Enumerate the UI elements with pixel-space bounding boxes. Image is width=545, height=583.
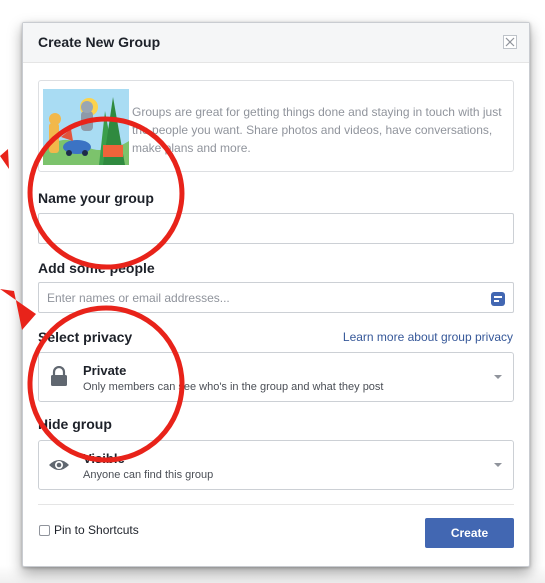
privacy-option-title: Private: [83, 363, 127, 378]
create-group-dialog: Create New Group Groups are great for ge…: [22, 22, 530, 567]
add-people-label: Add some people: [38, 260, 155, 276]
close-icon[interactable]: [503, 35, 517, 49]
intro-description: Groups are great for getting things done…: [132, 105, 502, 155]
group-intro-card: Groups are great for getting things done…: [38, 80, 514, 172]
name-group-label: Name your group: [38, 190, 154, 206]
dialog-header: Create New Group: [23, 23, 529, 63]
eye-icon: [49, 460, 69, 470]
hide-group-label: Hide group: [38, 416, 112, 432]
privacy-select[interactable]: Private Only members can see who's in th…: [38, 352, 514, 402]
pin-to-shortcuts-checkbox[interactable]: Pin to Shortcuts: [39, 523, 139, 537]
visibility-option-desc: Anyone can find this group: [83, 469, 214, 481]
chevron-down-icon: [494, 375, 502, 379]
dialog-title: Create New Group: [38, 34, 161, 50]
checkbox-box[interactable]: [39, 524, 50, 536]
annotation-arrow: [0, 149, 9, 169]
footer-divider: [38, 504, 514, 505]
group-name-input[interactable]: [38, 213, 514, 244]
add-people-input[interactable]: [38, 282, 514, 313]
page-bottom-shadow: [0, 565, 545, 583]
select-privacy-label: Select privacy: [38, 329, 133, 345]
privacy-option-desc: Only members can see who's in the group …: [83, 381, 384, 393]
lock-icon: [51, 366, 67, 386]
pin-label: Pin to Shortcuts: [54, 523, 139, 537]
visibility-option-title: Visible: [83, 451, 125, 466]
visibility-select[interactable]: Visible Anyone can find this group: [38, 440, 514, 490]
contact-list-icon[interactable]: [491, 292, 505, 306]
groups-illustration-icon: [43, 89, 129, 165]
create-button[interactable]: Create: [425, 518, 514, 548]
chevron-down-icon: [494, 463, 502, 467]
privacy-help-link[interactable]: Learn more about group privacy: [343, 330, 513, 344]
